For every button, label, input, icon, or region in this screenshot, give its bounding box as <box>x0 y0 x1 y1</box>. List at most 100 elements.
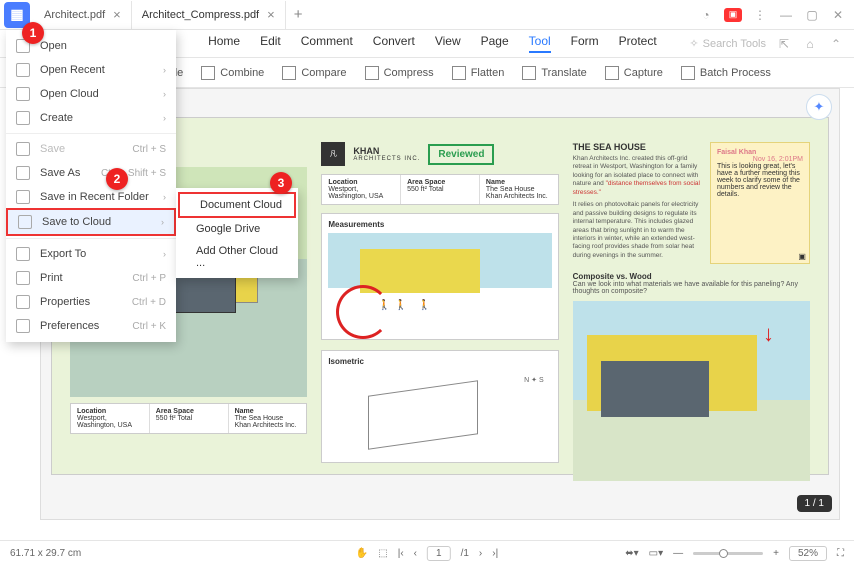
next-page-icon[interactable]: › <box>479 548 482 559</box>
page-dimensions: 61.71 x 29.7 cm <box>10 548 81 559</box>
menu-export[interactable]: Export To› <box>6 242 176 266</box>
ai-assistant-button[interactable]: ✦ <box>806 94 832 120</box>
menu-open-recent[interactable]: Open Recent› <box>6 58 176 82</box>
submenu-add-other-cloud[interactable]: Add Other Cloud ... <box>176 240 298 274</box>
menu-save-recent-folder[interactable]: Save in Recent Folder› <box>6 185 176 209</box>
hand-tool-icon[interactable]: ✋ <box>356 548 368 559</box>
tab-architect[interactable]: Architect.pdf × <box>34 1 132 29</box>
view-mode-icon[interactable]: ▭▾ <box>649 548 663 559</box>
close-icon[interactable]: × <box>267 7 275 22</box>
menu-view[interactable]: View <box>435 34 461 53</box>
notification-badge[interactable]: ▣ <box>724 8 742 22</box>
tool-batch[interactable]: Batch Process <box>681 66 771 80</box>
search-tools[interactable]: ✧ Search Tools <box>689 37 766 50</box>
tool-combine[interactable]: Combine <box>201 66 264 80</box>
submenu-google-drive[interactable]: Google Drive <box>176 218 298 240</box>
zoom-value[interactable]: 52% <box>789 546 827 561</box>
fit-width-icon[interactable]: ⬌▾ <box>625 548 638 559</box>
isometric-panel: Isometric N ✦ S <box>321 350 558 463</box>
save-to-cloud-submenu: Document Cloud Google Drive Add Other Cl… <box>176 188 298 278</box>
fullscreen-icon[interactable]: ⛶ <box>837 548 844 559</box>
isometric-drawing: N ✦ S <box>328 370 551 456</box>
page-total: /1 <box>461 548 469 559</box>
page-indicator-pill[interactable]: 1 / 1 <box>797 495 832 512</box>
note-expand-icon[interactable]: ▣ <box>798 252 806 261</box>
tool-capture[interactable]: Capture <box>605 66 663 80</box>
page-input[interactable]: 1 <box>427 546 451 561</box>
menu-convert[interactable]: Convert <box>373 34 415 53</box>
capture-icon <box>605 66 619 80</box>
batch-icon <box>681 66 695 80</box>
menu-properties[interactable]: PropertiesCtrl + D <box>6 290 176 314</box>
prev-page-icon[interactable]: ‹ <box>414 548 417 559</box>
cloud-icon[interactable]: ⌂ <box>802 36 818 52</box>
col-right: THE SEA HOUSE Khan Architects Inc. creat… <box>573 142 810 450</box>
tool-translate[interactable]: Translate <box>522 66 586 80</box>
more-icon[interactable]: ⋮ <box>752 7 768 23</box>
zoom-knob[interactable] <box>719 549 728 558</box>
reviewed-stamp: Reviewed <box>428 144 494 165</box>
tab-label: Architect.pdf <box>44 9 105 21</box>
chevron-right-icon: › <box>163 113 166 123</box>
callout-badge-1: 1 <box>22 22 44 44</box>
export-icon <box>16 247 30 261</box>
compass-icon: N ✦ S <box>524 376 543 384</box>
first-page-icon[interactable]: |‹ <box>398 548 404 559</box>
info-table: LocationWestport, Washington, USA Area S… <box>70 403 307 434</box>
measurements-panel: Measurements 🚶🚶 🚶 <box>321 213 558 340</box>
menu-open-cloud[interactable]: Open Cloud› <box>6 82 176 106</box>
file-dropdown: Open Open Recent› Open Cloud› Create› Sa… <box>6 30 176 342</box>
gear-icon <box>16 319 30 333</box>
cloud-icon <box>16 87 30 101</box>
tab-label: Architect_Compress.pdf <box>142 9 259 21</box>
compare-icon <box>282 66 296 80</box>
maximize-icon[interactable]: ▢ <box>804 7 820 23</box>
close-window-icon[interactable]: ✕ <box>830 7 846 23</box>
close-icon[interactable]: × <box>113 7 121 22</box>
comment-note[interactable]: Faisal KhanNov 16, 2:01PM This is lookin… <box>710 142 810 264</box>
menu-preferences[interactable]: PreferencesCtrl + K <box>6 314 176 338</box>
flatten-icon <box>452 66 466 80</box>
user-icon[interactable]: ◔ <box>698 7 714 23</box>
menu-form[interactable]: Form <box>571 34 599 53</box>
print-icon <box>16 271 30 285</box>
titlebar: ▦ Architect.pdf× Architect_Compress.pdf×… <box>0 0 854 30</box>
menu-protect[interactable]: Protect <box>619 34 657 53</box>
recent-icon <box>16 63 30 77</box>
chevron-right-icon: › <box>163 89 166 99</box>
minimize-icon[interactable]: — <box>778 7 794 23</box>
tool-compress[interactable]: Compress <box>365 66 434 80</box>
collapse-icon[interactable]: ⌃ <box>828 36 844 52</box>
translate-icon <box>522 66 536 80</box>
last-page-icon[interactable]: ›| <box>492 548 498 559</box>
menu-save-as[interactable]: Save AsCtrl + Shift + S <box>6 161 176 185</box>
compress-icon <box>365 66 379 80</box>
create-icon <box>16 111 30 125</box>
menu-comment[interactable]: Comment <box>301 34 353 53</box>
menu-edit[interactable]: Edit <box>260 34 281 53</box>
chevron-right-icon: › <box>161 217 164 227</box>
elevation-drawing: 🚶🚶 🚶 <box>328 233 551 333</box>
select-tool-icon[interactable]: ⬚ <box>378 548 387 559</box>
menu-print[interactable]: PrintCtrl + P <box>6 266 176 290</box>
tab-compress[interactable]: Architect_Compress.pdf × <box>132 1 286 29</box>
menu-save: SaveCtrl + S <box>6 137 176 161</box>
zoom-slider[interactable] <box>693 552 763 555</box>
tool-compare[interactable]: Compare <box>282 66 346 80</box>
chevron-right-icon: › <box>163 249 166 259</box>
separator <box>6 238 176 239</box>
menu-home[interactable]: Home <box>208 34 240 53</box>
menu-tool[interactable]: Tool <box>529 34 551 53</box>
zoom-in-icon[interactable]: + <box>773 548 779 559</box>
separator <box>6 133 176 134</box>
info-icon <box>16 295 30 309</box>
tool-flatten[interactable]: Flatten <box>452 66 505 80</box>
new-tab-button[interactable]: + <box>286 6 311 23</box>
menu-create[interactable]: Create› <box>6 106 176 130</box>
menu-save-to-cloud[interactable]: Save to Cloud› <box>6 208 176 236</box>
share-icon[interactable]: ⇱ <box>776 36 792 52</box>
menu-page[interactable]: Page <box>481 34 509 53</box>
zoom-out-icon[interactable]: — <box>673 548 683 559</box>
submenu-document-cloud[interactable]: Document Cloud <box>178 192 296 218</box>
col-middle: 凡 KHANARCHITECTS INC. Reviewed LocationW… <box>321 142 558 450</box>
